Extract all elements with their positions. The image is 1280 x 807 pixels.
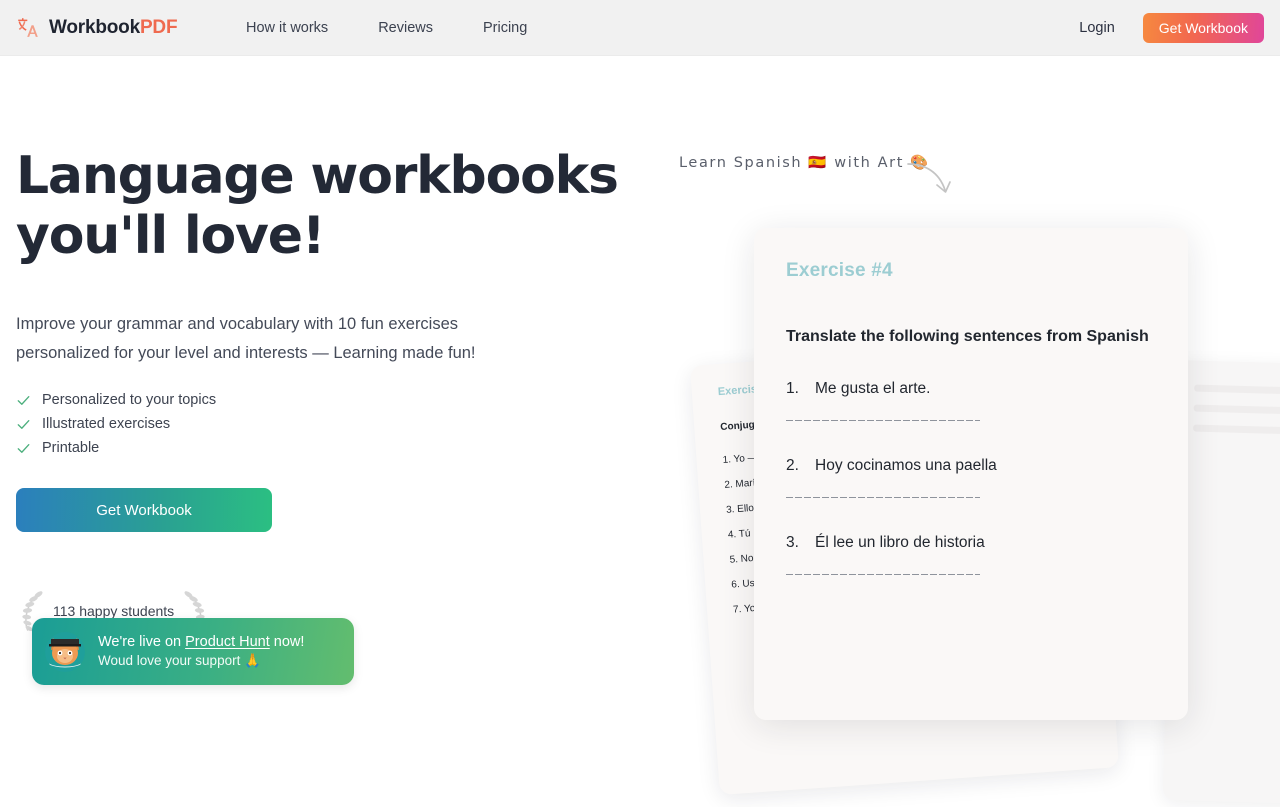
question-number: 1. — [786, 380, 799, 397]
exercise-question-list: 1. Me gusta el arte. 2. Hoy cocinamos un… — [786, 380, 1156, 575]
product-hunt-copy: We're live on Product Hunt now! Woud lov… — [98, 634, 304, 669]
answer-blank-line — [786, 420, 980, 421]
page-title: Language workbooks you'll love! — [16, 146, 646, 266]
hero-subtitle-line-2: personalized for your level and interest… — [16, 344, 476, 362]
nav-item-how-it-works[interactable]: How it works — [246, 20, 328, 36]
brand-name: WorkbookPDF — [49, 17, 178, 38]
answer-blank-line — [786, 497, 980, 498]
check-icon — [17, 395, 30, 405]
feature-item: Personalized to your topics — [16, 392, 646, 408]
product-hunt-headline: We're live on Product Hunt now! — [98, 634, 304, 650]
question-number: 3. — [786, 534, 799, 551]
product-hunt-banner[interactable]: We're live on Product Hunt now! Woud lov… — [32, 618, 354, 685]
translate-icon — [18, 18, 38, 37]
page-title-line-2: you'll love! — [16, 206, 326, 266]
question-text: Hoy cocinamos una paella — [815, 457, 997, 474]
ph-prefix: We're live on — [98, 634, 186, 650]
exercise-label: Exercise #4 — [786, 260, 893, 281]
list-item: 2. Hoy cocinamos una paella — [786, 457, 1156, 475]
curved-arrow-icon — [907, 163, 951, 193]
question-number: 2. — [786, 457, 799, 474]
login-link[interactable]: Login — [1079, 20, 1114, 36]
main-nav: How it works Reviews Pricing — [246, 0, 527, 56]
hero-subtitle: Improve your grammar and vocabulary with… — [16, 310, 556, 368]
placeholder-line — [1194, 384, 1280, 395]
answer-blank-line — [786, 574, 980, 575]
question-text: Él lee un libro de historia — [815, 534, 985, 551]
workbook-card-front: Exercise #4 Translate the following sent… — [754, 228, 1188, 720]
workbook-card-stack: Exercise Conjugat 1. Yo — 2. Marí 3. Ell… — [660, 200, 1280, 807]
ph-suffix: now! — [269, 634, 305, 650]
feature-label: Personalized to your topics — [42, 392, 217, 408]
cat-avatar — [45, 631, 85, 672]
get-workbook-button-header[interactable]: Get Workbook — [1142, 13, 1264, 43]
handwritten-annotation: Learn Spanish 🇪🇸 with Art 🎨 — [679, 155, 930, 171]
feature-label: Illustrated exercises — [42, 416, 171, 432]
check-icon — [17, 419, 30, 429]
brand-logo[interactable]: WorkbookPDF — [16, 0, 178, 56]
hero-subtitle-line-1: Improve your grammar and vocabulary with… — [16, 315, 459, 333]
happy-students-count: 113 happy students — [53, 603, 175, 619]
site-header: WorkbookPDF How it works Reviews Pricing… — [0, 0, 1280, 56]
list-item: 3. Él lee un libro de historia — [786, 534, 1156, 552]
nav-item-reviews[interactable]: Reviews — [378, 20, 433, 36]
question-text: Me gusta el arte. — [815, 380, 931, 397]
placeholder-line — [1193, 404, 1280, 417]
product-hunt-subline: Woud love your support 🙏 — [98, 653, 261, 668]
product-hunt-link[interactable]: Product Hunt — [185, 634, 270, 650]
hero-section: Language workbooks you'll love! Improve … — [16, 146, 646, 532]
feature-item: Illustrated exercises — [16, 416, 646, 432]
page-title-line-1: Language workbooks — [16, 146, 619, 206]
feature-list: Personalized to your topics Illustrated … — [16, 392, 646, 456]
exercise-prompt: Translate the following sentences from S… — [786, 328, 1149, 345]
nav-item-pricing[interactable]: Pricing — [483, 20, 527, 36]
header-actions: Login Get Workbook — [1079, 0, 1264, 56]
feature-label: Printable — [42, 440, 100, 456]
get-workbook-button-hero[interactable]: Get Workbook — [16, 488, 272, 532]
check-icon — [17, 443, 30, 453]
list-item: 1. Me gusta el arte. — [786, 380, 1156, 398]
feature-item: Printable — [16, 440, 646, 456]
placeholder-line — [1193, 424, 1280, 436]
